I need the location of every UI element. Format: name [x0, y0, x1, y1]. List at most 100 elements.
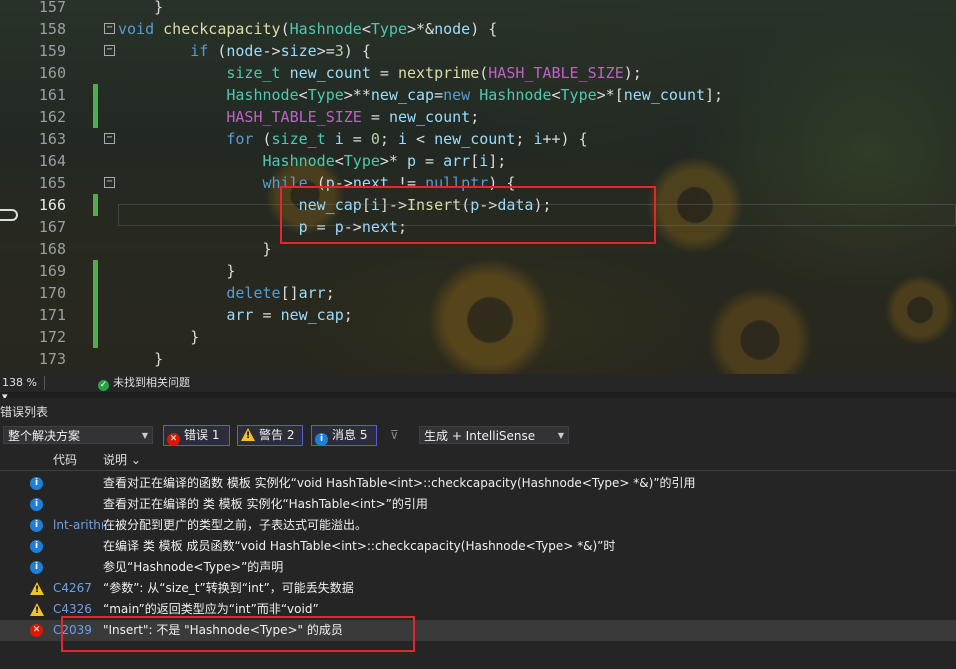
- collapse-icon[interactable]: −: [104, 45, 115, 56]
- code-editor[interactable]: 157 } 158− void checkcapacity(Hashnode<Typ…: [0, 0, 956, 374]
- code-token: i: [397, 130, 407, 148]
- code-token: node: [434, 20, 471, 38]
- code-line[interactable]: 160 size_t new_count = nextprime(HASH_TA…: [0, 62, 956, 84]
- code-line[interactable]: 163− for (size_t i = 0; i < new_count; i…: [0, 128, 956, 150]
- code-line[interactable]: 170 delete[]arr;: [0, 282, 956, 304]
- scope-dropdown[interactable]: 整个解决方案 ▼: [3, 426, 153, 444]
- filter-icon[interactable]: ⊽: [390, 428, 399, 442]
- code-line[interactable]: 164 Hashnode<Type>* p = arr[i];: [0, 150, 956, 172]
- change-marker: [93, 326, 98, 348]
- error-row[interactable]: i lnt-arithmetic-overflow在被分配到更广的类型之前，子表达…: [0, 515, 956, 536]
- code-token: Hashnode: [479, 86, 552, 104]
- code-token: (: [262, 130, 272, 148]
- code-text: arr = new_cap;: [118, 304, 352, 326]
- info-icon: i: [30, 519, 43, 532]
- line-number: 157: [38, 0, 66, 16]
- line-number: 159: [38, 42, 66, 60]
- warning-icon: !: [241, 428, 255, 441]
- code-token: <: [298, 86, 308, 104]
- code-token: []: [280, 284, 299, 302]
- code-line[interactable]: 158 − void checkcapacity(Hashnode<Type>*&n…: [0, 18, 956, 40]
- code-text: for (size_t i = 0; i < new_count; i++) {: [118, 128, 587, 150]
- code-text: Hashnode<Type>* p = arr[i];: [118, 150, 507, 172]
- code-token: Type: [370, 20, 407, 38]
- line-number: 169: [38, 262, 66, 280]
- error-code[interactable]: C4267: [53, 578, 103, 599]
- code-text: }: [118, 238, 271, 260]
- code-token: new_count: [388, 108, 471, 126]
- code-token: Type: [343, 152, 380, 170]
- column-code[interactable]: 代码: [53, 450, 77, 470]
- code-text: size_t new_count = nextprime(HASH_TABLE_…: [118, 62, 641, 84]
- warning-icon: !: [30, 603, 44, 616]
- code-line[interactable]: 172 }: [0, 326, 956, 348]
- code-token: <: [407, 130, 435, 148]
- code-token: [: [470, 152, 480, 170]
- code-token: Hashnode: [226, 86, 299, 104]
- error-description: 查看对正在编译的 类 模板 实例化“HashTable<int>”的引用: [103, 497, 428, 511]
- line-number: 165: [38, 174, 66, 192]
- code-text: }: [118, 0, 163, 18]
- code-token: Type: [560, 86, 597, 104]
- code-token: HASH_TABLE_SIZE: [488, 64, 624, 82]
- info-icon: i: [30, 498, 43, 511]
- code-token: Hashnode: [289, 20, 362, 38]
- code-line[interactable]: 171 arr = new_cap;: [0, 304, 956, 326]
- code-line[interactable]: 162 HASH_TABLE_SIZE = new_count;: [0, 106, 956, 128]
- error-code[interactable]: lnt-arithmetic-overflow: [53, 515, 103, 536]
- code-line[interactable]: 173 }: [0, 348, 956, 370]
- collapse-icon[interactable]: −: [104, 177, 115, 188]
- check-icon: ✓: [98, 380, 109, 391]
- error-row[interactable]: i 参见“Hashnode<Type>”的声明: [0, 557, 956, 578]
- error-description: 查看对正在编译的函数 模板 实例化“void HashTable<int>::c…: [103, 476, 696, 490]
- code-line[interactable]: 161 Hashnode<Type>**new_cap=new Hashnode…: [0, 84, 956, 106]
- code-token: >=: [316, 42, 335, 60]
- code-token: (: [479, 64, 489, 82]
- code-text: }: [118, 326, 199, 348]
- code-token: size_t: [271, 130, 335, 148]
- error-row[interactable]: ! C4267 “参数”: 从“size_t”转换到“int”，可能丢失数据: [0, 578, 956, 599]
- line-number: 158: [38, 20, 66, 38]
- error-list-panel: 错误列表 整个解决方案 ▼ ✕ 错误 1 ! 警告 2 i 消息 5 ⊽ 生成 + In…: [0, 398, 956, 669]
- issues-status[interactable]: ✓ 未找到相关问题: [98, 376, 190, 391]
- change-marker: [93, 304, 98, 326]
- code-token: size_t: [226, 64, 290, 82]
- code-token: 0: [370, 130, 380, 148]
- code-token: (: [280, 20, 290, 38]
- warning-icon: !: [30, 582, 44, 595]
- error-row[interactable]: i 查看对正在编译的 类 模板 实例化“HashTable<int>”的引用: [0, 494, 956, 515]
- code-token: =: [253, 306, 281, 324]
- code-token: p: [407, 152, 417, 170]
- warnings-filter-button[interactable]: ! 警告 2: [237, 425, 303, 446]
- code-line[interactable]: 157 }: [0, 0, 956, 18]
- code-text: if (node->size>=3) {: [118, 40, 371, 62]
- code-token: =: [370, 64, 398, 82]
- code-line[interactable]: 169 }: [0, 260, 956, 282]
- code-token: ];: [488, 152, 507, 170]
- code-text: void checkcapacity(Hashnode<Type>*&node)…: [118, 18, 497, 40]
- info-icon: i: [30, 477, 43, 490]
- panel-title: 错误列表: [0, 405, 49, 419]
- code-token: }: [118, 262, 236, 280]
- code-token: =: [434, 86, 444, 104]
- code-line[interactable]: 159 − if (node->size>=3) {: [0, 40, 956, 62]
- error-row[interactable]: i 查看对正在编译的函数 模板 实例化“void HashTable<int>::…: [0, 473, 956, 494]
- code-token: ) {: [470, 20, 498, 38]
- messages-filter-button[interactable]: i 消息 5: [311, 425, 377, 446]
- errors-filter-button[interactable]: ✕ 错误 1: [163, 425, 230, 446]
- code-token: >*[: [596, 86, 624, 104]
- collapse-icon[interactable]: −: [104, 133, 115, 144]
- build-mode-dropdown[interactable]: 生成 + IntelliSense ▼: [419, 426, 569, 444]
- code-token: ;: [379, 130, 398, 148]
- error-row[interactable]: i 在编译 类 模板 成员函数“void HashTable<int>::chec…: [0, 536, 956, 557]
- code-token: HASH_TABLE_SIZE: [226, 108, 362, 126]
- column-description[interactable]: 说明 ⌄: [103, 450, 141, 470]
- zoom-level[interactable]: 138 % ▾: [0, 376, 45, 403]
- collapse-icon[interactable]: −: [104, 23, 115, 34]
- code-token: 3: [334, 42, 344, 60]
- code-token: delete: [226, 284, 281, 302]
- code-token: i: [334, 130, 344, 148]
- line-number: 160: [38, 64, 66, 82]
